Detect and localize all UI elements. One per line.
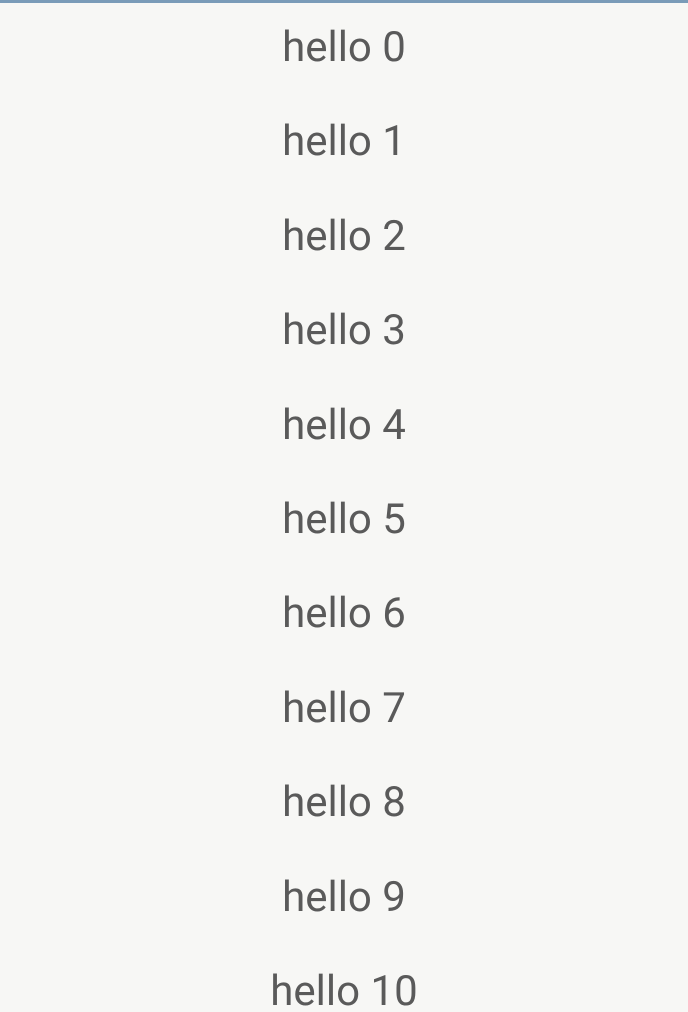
list-item: hello 5 <box>282 495 406 545</box>
list-item: hello 8 <box>282 778 406 828</box>
list-item: hello 4 <box>282 401 406 451</box>
list-item: hello 2 <box>282 212 406 262</box>
list-item: hello 7 <box>282 684 406 734</box>
list-item: hello 1 <box>282 117 406 167</box>
list-item: hello 9 <box>282 873 406 923</box>
list-item: hello 6 <box>282 589 406 639</box>
list-item: hello 3 <box>282 306 406 356</box>
list-item: hello 10 <box>270 967 417 1012</box>
list-item: hello 0 <box>282 23 406 73</box>
list-container: hello 0 hello 1 hello 2 hello 3 hello 4 … <box>0 3 688 1012</box>
